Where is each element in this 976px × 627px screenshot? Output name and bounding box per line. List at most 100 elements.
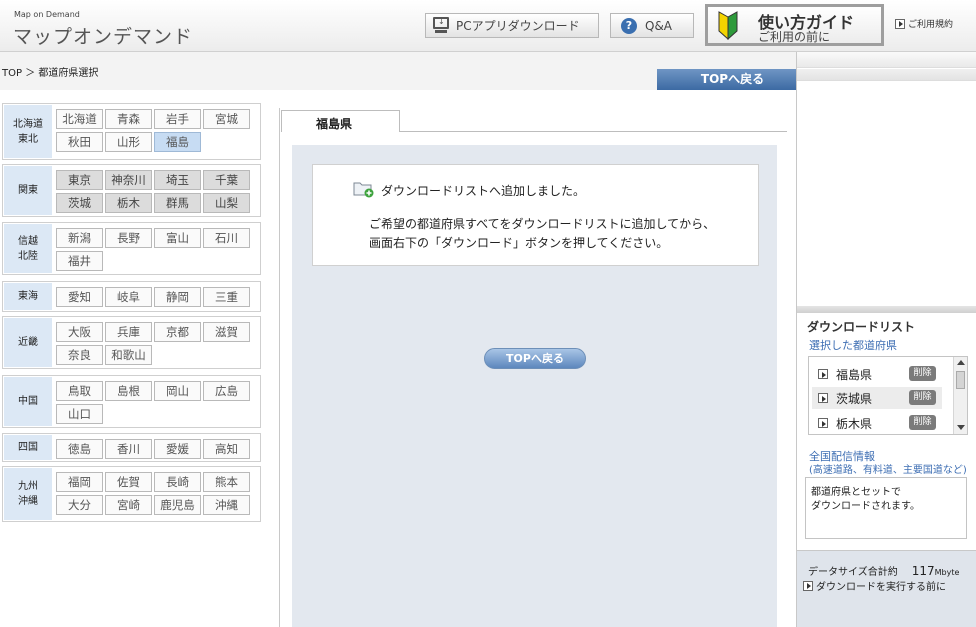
right-sidebar: ダウンロードリスト 選択した都道府県 福島県 削除 茨城県 削除 栃木県 削除 …	[796, 52, 976, 627]
prefecture-button[interactable]: 奈良	[56, 345, 103, 365]
top-return-pill-button[interactable]: TOPへ戻る	[484, 348, 586, 369]
prefecture-button[interactable]: 島根	[105, 381, 152, 401]
prefecture-button[interactable]: 神奈川	[105, 170, 152, 190]
region-label: 中国	[4, 377, 52, 426]
region-label: 四国	[4, 435, 52, 460]
prefecture-button[interactable]: 茨城	[56, 193, 103, 213]
prefecture-button[interactable]: 佐賀	[105, 472, 152, 492]
national-info-subtitle[interactable]: (高速道路、有料道、主要国道など)	[809, 461, 967, 476]
prefecture-button[interactable]: 和歌山	[105, 345, 152, 365]
prefecture-button[interactable]: 岐阜	[105, 287, 152, 307]
data-size-area: データサイズ合計約 117Mbyte ダウンロードを実行する前に	[797, 550, 976, 627]
qa-button[interactable]: ? Q&A	[610, 13, 694, 38]
prefecture-button[interactable]: 広島	[203, 381, 250, 401]
data-size-total: データサイズ合計約 117Mbyte	[808, 563, 959, 578]
prefecture-button[interactable]: 三重	[203, 287, 250, 307]
prefecture-button[interactable]: 山形	[105, 132, 152, 152]
play-arrow-icon	[818, 369, 828, 379]
prefecture-button[interactable]: 群馬	[154, 193, 201, 213]
region-block: 近畿 大阪 兵庫 京都 滋賀奈良 和歌山	[2, 316, 261, 369]
region-label: 東海	[4, 283, 52, 310]
prefecture-button[interactable]: 長崎	[154, 472, 201, 492]
prefecture-button[interactable]: 沖縄	[203, 495, 250, 515]
download-list-item[interactable]: 茨城県 削除	[812, 387, 942, 409]
delete-button[interactable]: 削除	[909, 366, 936, 381]
data-size-unit: Mbyte	[934, 568, 960, 577]
prefecture-button[interactable]: 熊本	[203, 472, 250, 492]
breadcrumb: TOP ＞ 都道府県選択	[2, 68, 99, 79]
prefecture-button[interactable]: 愛媛	[154, 439, 201, 459]
prefecture-button[interactable]: 東京	[56, 170, 103, 190]
prefecture-button[interactable]: 福井	[56, 251, 103, 271]
prefecture-button[interactable]: 埼玉	[154, 170, 201, 190]
prefecture-button[interactable]: 兵庫	[105, 322, 152, 342]
prefecture-button[interactable]: 福島	[154, 132, 201, 152]
prefecture-button[interactable]: 徳島	[56, 439, 103, 459]
scroll-down-icon[interactable]	[957, 425, 965, 430]
national-info-note-2: ダウンロードされます。	[811, 501, 920, 512]
prefecture-button[interactable]: 静岡	[154, 287, 201, 307]
download-item-name: 茨城県	[836, 391, 873, 406]
logo-title[interactable]: マップオンデマンド	[13, 22, 193, 49]
before-download-link[interactable]: ダウンロードを実行する前に	[803, 578, 946, 593]
prefecture-button[interactable]: 愛知	[56, 287, 103, 307]
tab-prefecture[interactable]: 福島県	[281, 110, 400, 132]
prefecture-button[interactable]: 山梨	[203, 193, 250, 213]
prefecture-button[interactable]: 北海道	[56, 109, 103, 129]
play-arrow-icon	[803, 580, 813, 591]
prefecture-button[interactable]: 栃木	[105, 193, 152, 213]
download-list-item[interactable]: 福島県 削除	[812, 363, 942, 385]
prefecture-button[interactable]: 千葉	[203, 170, 250, 190]
terms-label: ご利用規約	[908, 20, 954, 30]
download-list-scrollbar[interactable]	[953, 357, 967, 434]
prefecture-button[interactable]: 滋賀	[203, 322, 250, 342]
download-item-name: 福島県	[836, 367, 873, 382]
prefecture-button[interactable]: 大阪	[56, 322, 103, 342]
tab-underline	[400, 131, 787, 132]
pc-download-icon: ↓	[432, 17, 450, 34]
scroll-thumb[interactable]	[956, 371, 965, 389]
delete-button[interactable]: 削除	[909, 415, 936, 430]
prefecture-button[interactable]: 香川	[105, 439, 152, 459]
download-list[interactable]: 福島県 削除 茨城県 削除 栃木県 削除	[808, 356, 968, 435]
prefecture-button[interactable]: 岩手	[154, 109, 201, 129]
prefecture-button[interactable]: 山口	[56, 404, 103, 424]
beginner-mark-icon	[718, 11, 738, 40]
prefecture-button[interactable]: 新潟	[56, 228, 103, 248]
region-block: 九州 沖縄 福岡 佐賀 長崎 熊本 大分 宮崎 鹿児島 沖縄	[2, 466, 261, 522]
pc-app-download-button[interactable]: ↓ PCアプリダウンロード	[425, 13, 599, 38]
sidebar-header-stripe	[797, 69, 976, 81]
region-label: 近畿	[4, 318, 52, 367]
prefecture-button[interactable]: 岡山	[154, 381, 201, 401]
before-download-label: ダウンロードを実行する前に	[816, 582, 946, 593]
prefecture-button[interactable]: 高知	[203, 439, 250, 459]
prefecture-button[interactable]: 宮城	[203, 109, 250, 129]
prefecture-button[interactable]: 宮崎	[105, 495, 152, 515]
usage-guide-button[interactable]: 使い方ガイド ご利用の前に	[705, 4, 884, 46]
prefecture-button[interactable]: 長野	[105, 228, 152, 248]
pc-app-download-label: PCアプリダウンロード	[456, 19, 580, 33]
prefecture-button[interactable]: 鳥取	[56, 381, 103, 401]
download-list-item[interactable]: 栃木県 削除	[812, 412, 942, 434]
prefecture-button[interactable]: 富山	[154, 228, 201, 248]
message-box: ダウンロードリストへ追加しました。 ご希望の都道府県すべてをダウンロードリストに…	[312, 164, 759, 266]
prefecture-button[interactable]: 京都	[154, 322, 201, 342]
download-list-title: ダウンロードリスト	[807, 320, 916, 334]
header: Map on Demand マップオンデマンド ↓ PCアプリダウンロード ? …	[0, 0, 976, 52]
prefecture-button[interactable]: 福岡	[56, 472, 103, 492]
national-info-note-1: 都道府県とセットで	[811, 487, 901, 498]
scroll-up-icon[interactable]	[957, 360, 965, 365]
region-block: 北海道 東北 北海道 青森 岩手 宮城 秋田 山形 福島	[2, 103, 261, 160]
top-return-button[interactable]: TOPへ戻る	[657, 69, 796, 90]
prefecture-button[interactable]: 鹿児島	[154, 495, 201, 515]
prefecture-button[interactable]: 青森	[105, 109, 152, 129]
terms-link[interactable]: ご利用規約	[895, 17, 953, 30]
data-size-label: データサイズ合計約	[808, 567, 898, 578]
download-item-name: 栃木県	[836, 416, 873, 431]
prefecture-button[interactable]: 秋田	[56, 132, 103, 152]
delete-button[interactable]: 削除	[909, 390, 936, 405]
region-block: 中国 鳥取 島根 岡山 広島山口	[2, 375, 261, 428]
prefecture-button[interactable]: 石川	[203, 228, 250, 248]
prefecture-button[interactable]: 大分	[56, 495, 103, 515]
play-arrow-icon	[895, 18, 905, 29]
